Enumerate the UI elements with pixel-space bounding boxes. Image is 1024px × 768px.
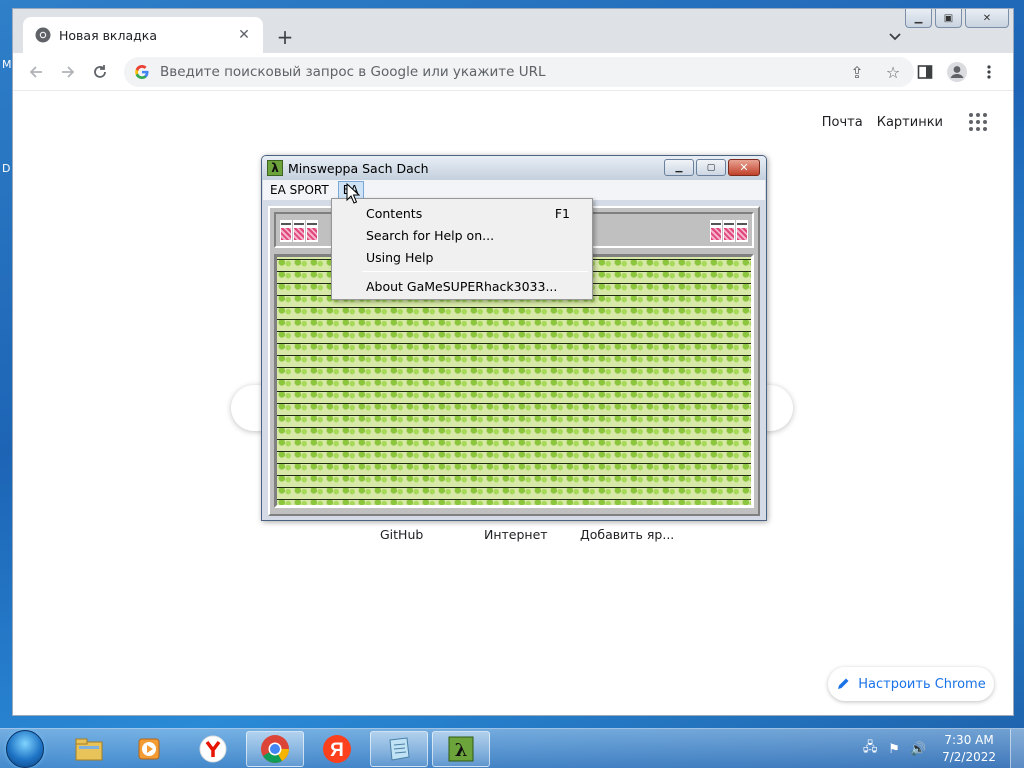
taskbar-explorer[interactable] [60, 731, 118, 767]
timer-digit [710, 220, 722, 242]
menu-item-contents[interactable]: Contents F1 [334, 202, 590, 224]
omnibox-placeholder: Введите поисковый запрос в Google или ук… [160, 64, 546, 80]
mail-link[interactable]: Почта [822, 115, 863, 130]
menu-item-about[interactable]: About GaMeSUPERhack3033... [334, 275, 590, 297]
yandex-icon: Я [323, 735, 351, 763]
bookmark-star-icon[interactable]: ☆ [882, 61, 904, 83]
chrome-icon [261, 735, 289, 763]
lambda-icon: λ [267, 160, 283, 176]
clock-time: 7:30 AM [944, 733, 994, 747]
ntp-header-links: Почта Картинки [822, 115, 943, 130]
tab-search-chevron-icon[interactable] [885, 26, 905, 46]
counter-digit [280, 220, 292, 242]
minimize-button[interactable]: ▁ [905, 9, 932, 28]
menu-item-accelerator: F1 [554, 205, 570, 221]
menu-ea-sport[interactable]: EA SPORT [263, 181, 336, 199]
counter-digit [293, 220, 305, 242]
help-dropdown-menu: Contents F1 Search for Help on... Using … [331, 198, 593, 300]
lambda-app-icon: λ [448, 736, 474, 762]
menu-item-using-help[interactable]: Using Help [334, 246, 590, 268]
customize-chrome-label: Настроить Chrome [858, 676, 986, 692]
timer-digit [723, 220, 735, 242]
tab-close-icon[interactable]: ✕ [235, 26, 253, 44]
images-link[interactable]: Картинки [877, 115, 943, 130]
notepad-icon [389, 737, 410, 761]
shortcut-github[interactable]: GitHub [380, 527, 423, 542]
mine-counter [280, 220, 318, 242]
close-button[interactable]: ✕ [965, 9, 1009, 28]
forward-button[interactable] [55, 59, 81, 85]
minesweeper-title: Minsweppa Sach Dach [288, 160, 429, 176]
ms-close-button[interactable]: ✕ [728, 159, 760, 176]
window-caption-buttons: ▁ ▣ ✕ [905, 9, 1009, 28]
volume-icon[interactable]: 🔊 [910, 741, 926, 757]
reload-button[interactable] [87, 59, 113, 85]
clock-date: 7/2/2022 [942, 750, 996, 764]
taskbar-chrome[interactable] [246, 731, 304, 767]
tab-new-tab[interactable]: Новая вкладка ✕ [23, 17, 263, 53]
taskbar-lambda-app[interactable]: λ [432, 731, 490, 767]
back-button[interactable] [23, 59, 49, 85]
clock[interactable]: 7:30 AM 7/2/2022 [942, 732, 996, 766]
system-tray: 🖧 ⚑ 🔊 7:30 AM 7/2/2022 [862, 729, 1024, 768]
mouse-cursor-icon [346, 183, 360, 204]
taskbar-media-player[interactable] [120, 731, 178, 767]
menu-button[interactable] [977, 60, 1001, 84]
tab-title: Новая вкладка [59, 27, 157, 43]
svg-text:Я: Я [330, 740, 344, 761]
menu-item-label: Contents [366, 205, 423, 221]
profile-avatar-icon [947, 62, 967, 82]
minesweeper-caption-buttons: ▁ ▢ ✕ [664, 159, 760, 176]
taskbar: Я λ 🖧 ⚑ 🔊 7:30 AM 7/2/2022 [0, 728, 1024, 768]
show-desktop-button[interactable] [1010, 729, 1024, 768]
taskbar-yandex[interactable]: Я [308, 731, 366, 767]
desktop-icon-label: D [2, 162, 11, 175]
customize-chrome-button[interactable]: Настроить Chrome [828, 667, 994, 701]
google-apps-icon[interactable] [969, 113, 987, 131]
timer-counter [710, 220, 748, 242]
reload-icon [94, 65, 106, 78]
forward-arrow-icon [62, 66, 75, 78]
toolbar: Введите поисковый запрос в Google или ук… [13, 53, 1013, 91]
taskbar-yandex-browser[interactable] [184, 731, 242, 767]
pencil-icon [838, 678, 849, 689]
taskbar-notepad[interactable] [370, 731, 428, 767]
minesweeper-menubar: EA SPORT EA [263, 180, 765, 200]
maximize-button[interactable]: ▣ [935, 9, 962, 28]
new-tab-button[interactable]: + [273, 25, 297, 49]
omnibox[interactable]: Введите поисковый запрос в Google или ук… [124, 57, 914, 87]
yandex-browser-icon [199, 735, 227, 763]
media-player-icon [138, 738, 160, 760]
share-icon[interactable]: ⇪ [846, 61, 868, 83]
shortcut-add[interactable]: Добавить яр... [580, 527, 674, 542]
menu-item-label: About GaMeSUPERhack3033... [366, 278, 558, 294]
network-icon[interactable]: 🖧 [862, 740, 878, 757]
chrome-favicon-icon [35, 27, 51, 43]
counter-digit [306, 220, 318, 242]
ms-minimize-button[interactable]: ▁ [664, 159, 694, 176]
back-arrow-icon [29, 66, 42, 78]
shortcut-internet[interactable]: Интернет [484, 527, 548, 542]
timer-digit [736, 220, 748, 242]
start-button[interactable] [6, 730, 44, 768]
profile-button[interactable] [945, 60, 969, 84]
kebab-menu-icon [987, 65, 991, 79]
side-panel-icon [917, 65, 933, 79]
menu-item-label: Search for Help on... [366, 227, 495, 243]
action-center-flag-icon[interactable]: ⚑ [886, 741, 902, 757]
desktop-icon-label: M [2, 58, 12, 71]
svg-text:λ: λ [455, 740, 468, 761]
menu-separator [362, 271, 588, 272]
side-panel-button[interactable] [913, 60, 937, 84]
minesweeper-titlebar[interactable]: λ Minsweppa Sach Dach ▁ ▢ ✕ [262, 156, 766, 180]
menu-item-label: Using Help [366, 249, 434, 265]
tab-strip: Новая вкладка ✕ + ▁ ▣ ✕ [13, 9, 1013, 53]
explorer-icon [75, 738, 103, 761]
menu-item-search-help[interactable]: Search for Help on... [334, 224, 590, 246]
google-g-icon [135, 65, 149, 79]
ms-maximize-button[interactable]: ▢ [696, 159, 726, 176]
